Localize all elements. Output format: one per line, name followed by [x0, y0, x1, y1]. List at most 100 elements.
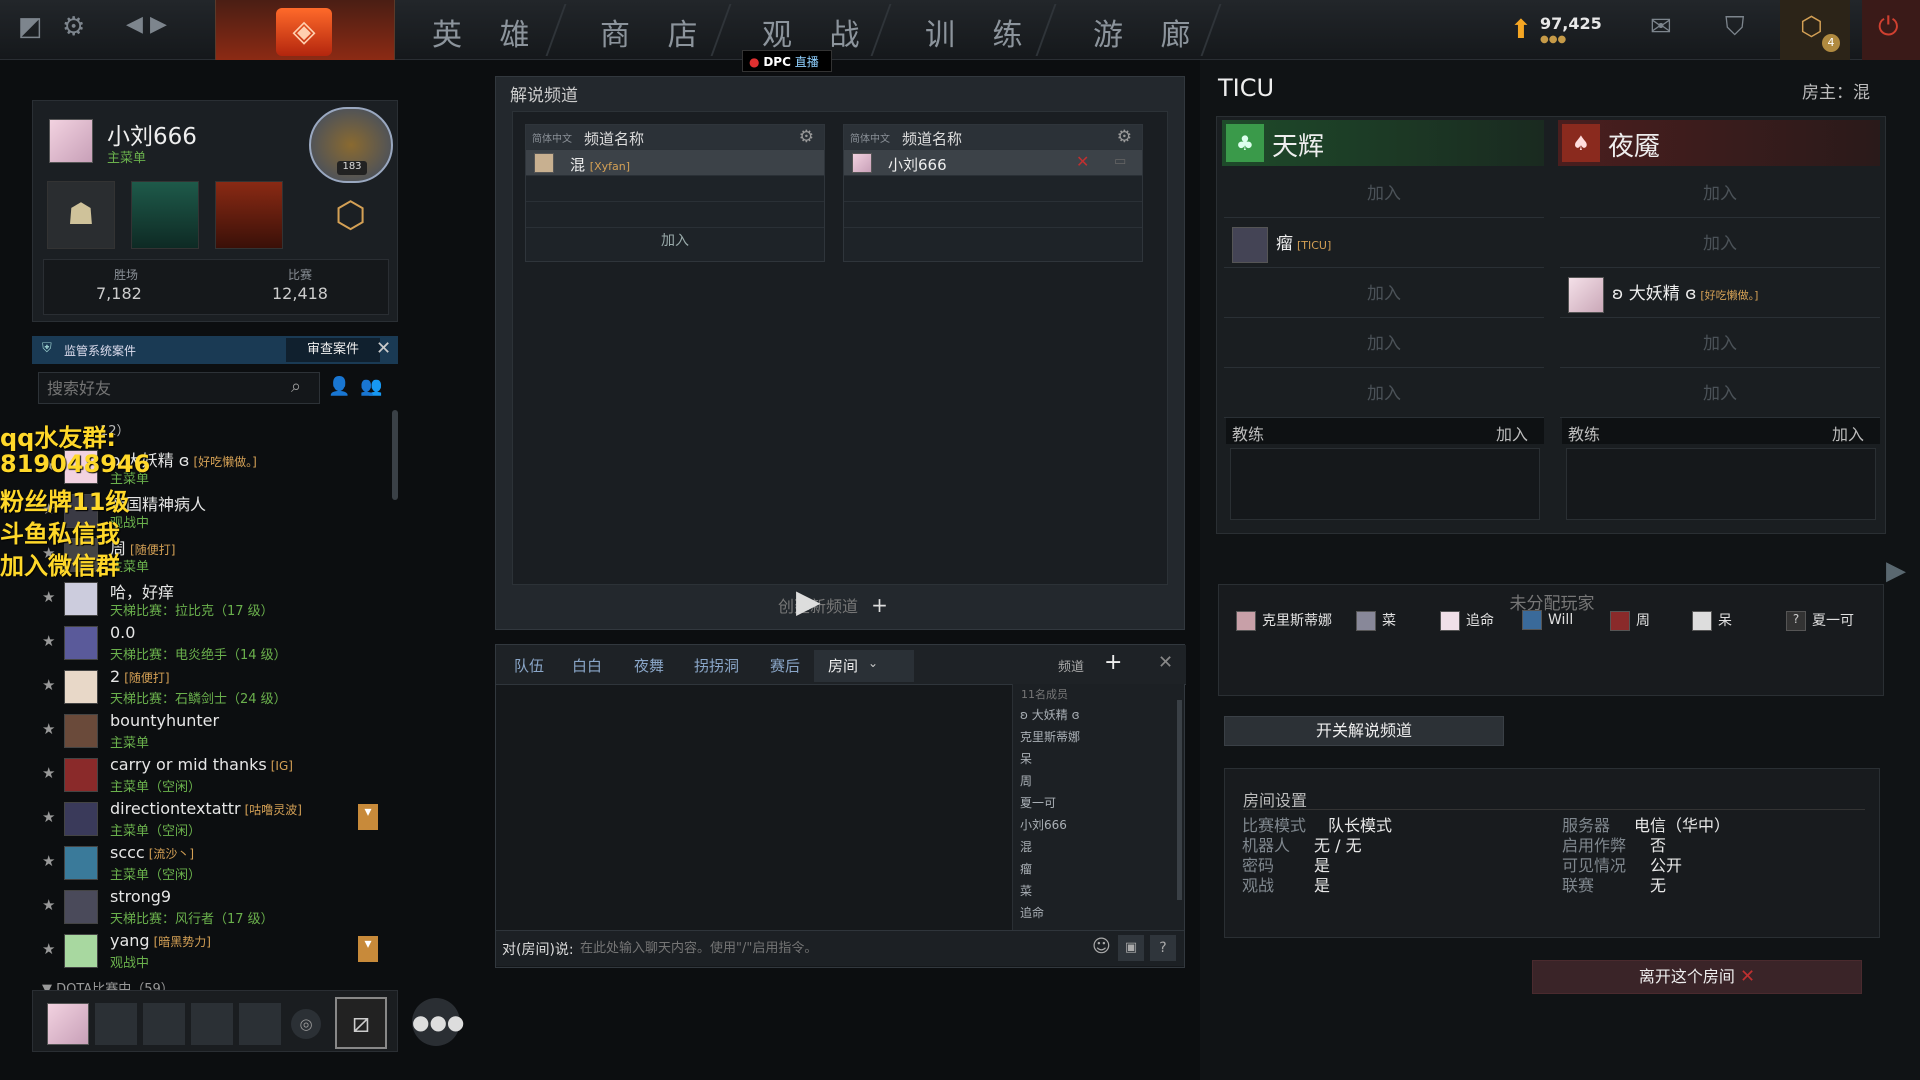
unassigned-player[interactable]: 追命 — [1440, 610, 1494, 631]
bookmark-icon[interactable]: ▾ — [358, 804, 378, 830]
dire-slot[interactable]: 加入 — [1560, 320, 1880, 368]
star-icon[interactable]: ★ — [42, 632, 55, 650]
search-icon[interactable]: ⌕ — [291, 376, 301, 397]
plus-button[interactable]: ⬡ 4 — [1780, 0, 1850, 60]
screenshot-icon[interactable]: ▣ — [1118, 935, 1144, 961]
nav-heroes[interactable]: 英 雄 — [432, 10, 544, 54]
close-icon[interactable]: ✕ — [1158, 652, 1173, 673]
member-scrollbar[interactable] — [1177, 700, 1182, 900]
search-input[interactable] — [39, 373, 283, 403]
channel-member-row[interactable]: 小刘666 ✕ ▭ — [844, 149, 1142, 175]
unassigned-player[interactable]: 呆 — [1692, 610, 1732, 631]
unassigned-player[interactable]: 菜 — [1356, 610, 1396, 631]
member-name[interactable]: 瘤 — [1020, 860, 1032, 877]
radiant-slot[interactable]: 加入 — [1224, 370, 1544, 418]
friend-row[interactable]: ★ 哈，好痒 天梯比赛：拉比克（17 级） — [32, 578, 398, 622]
review-case-button[interactable]: 审查案件 — [286, 338, 380, 362]
star-icon[interactable]: ★ — [42, 808, 55, 826]
nav-store[interactable]: 商 店 — [600, 10, 712, 54]
gear-icon[interactable]: ⚙ — [799, 127, 814, 147]
friend-search[interactable]: ⌕ — [38, 372, 320, 404]
dire-slot[interactable]: 加入 — [1560, 220, 1880, 268]
star-icon[interactable]: ★ — [42, 720, 55, 738]
chat-tab[interactable]: 夜舞 — [634, 655, 664, 676]
party-slot[interactable] — [239, 1003, 281, 1045]
kick-icon[interactable]: ✕ — [1076, 152, 1089, 171]
radiant-slot[interactable]: 加入 — [1224, 170, 1544, 218]
unassigned-player[interactable]: 克里斯蒂娜 — [1236, 610, 1332, 631]
unassigned-player[interactable]: 周 — [1610, 610, 1650, 631]
chat-channels-icon[interactable]: ●●● — [412, 998, 464, 1046]
arrow-left-icon[interactable]: ◀ — [126, 12, 143, 37]
group-icon[interactable]: 👥 — [360, 376, 382, 397]
chat-input[interactable] — [580, 935, 1080, 961]
join-channel-button[interactable]: 加入 — [526, 227, 824, 253]
star-icon[interactable]: ★ — [42, 676, 55, 694]
friend-row[interactable]: ★ yang [暗黑势力] 观战中 ▾ — [32, 930, 398, 974]
friend-list-scrollbar[interactable] — [392, 410, 398, 500]
nav-arcade[interactable]: 游 廊 — [1093, 10, 1205, 54]
dire-slot[interactable]: ʚ 大妖精 ɞ [好吃懒做。] — [1560, 270, 1880, 318]
member-name[interactable]: 小刘666 — [1020, 816, 1067, 833]
chevron-down-icon[interactable]: ⌄ — [868, 656, 878, 670]
friend-row[interactable]: ★ 0.0 天梯比赛：电炎绝手（14 级） — [32, 622, 398, 666]
gear-icon[interactable]: ⚙ — [62, 12, 85, 42]
leave-room-button[interactable]: 离开这个房间 ✕ — [1532, 960, 1862, 994]
dpc-live-badge[interactable]: ● DPC 直播 — [742, 50, 832, 72]
hero-portrait-2[interactable] — [215, 181, 283, 249]
mail-icon[interactable]: ✉ — [1650, 12, 1672, 42]
star-icon[interactable]: ★ — [42, 940, 55, 958]
member-name[interactable]: ʚ 大妖精 ɞ — [1020, 706, 1080, 723]
chat-tab[interactable]: 白白 — [572, 655, 602, 676]
armory-icon[interactable]: ⛉ — [1725, 12, 1745, 43]
toggle-commentary-button[interactable]: 开关解说频道 — [1224, 716, 1504, 746]
party-slot[interactable] — [191, 1003, 233, 1045]
member-name[interactable]: 夏一可 — [1020, 794, 1056, 811]
close-icon[interactable]: ✕ — [376, 338, 391, 359]
create-channel-button[interactable]: 创建新频道 + — [778, 593, 888, 617]
star-icon[interactable]: ★ — [42, 896, 55, 914]
chat-tab[interactable]: 房间 — [828, 655, 858, 676]
exit-button[interactable]: ⏻ — [1862, 0, 1920, 60]
friend-row[interactable]: ★ carry or mid thanks [IG] 主菜单（空闲） — [32, 754, 398, 798]
add-channel-icon[interactable]: + — [1104, 650, 1122, 675]
radiant-slot[interactable]: 加入 — [1224, 320, 1544, 368]
hero-portrait-1[interactable] — [131, 181, 199, 249]
friend-row[interactable]: ★ bountyhunter 主菜单 — [32, 710, 398, 754]
arrow-right-icon[interactable]: ▶ — [150, 12, 167, 37]
unassigned-player[interactable]: Will — [1522, 610, 1573, 630]
profile-name[interactable]: 小刘666 — [107, 117, 197, 151]
gear-icon[interactable]: ⚙ — [1117, 127, 1132, 147]
chat-tab[interactable]: 赛后 — [770, 655, 800, 676]
profile-avatar[interactable] — [49, 119, 93, 163]
plus-hex-icon[interactable]: ⬡ — [335, 195, 366, 236]
star-icon[interactable]: ★ — [42, 852, 55, 870]
play-dota-button[interactable]: ⧄ — [335, 997, 387, 1049]
dire-slot[interactable]: 加入 — [1560, 370, 1880, 418]
camera-icon[interactable]: ▭ — [1114, 154, 1126, 169]
member-name[interactable]: 呆 — [1020, 750, 1032, 767]
courier-portrait[interactable]: ☗ — [47, 181, 115, 249]
radiant-coach-slot[interactable] — [1230, 448, 1540, 520]
home-button[interactable]: ◈ — [215, 0, 395, 60]
dota-logo-icon[interactable]: ◩ — [18, 12, 43, 42]
join-coach-radiant[interactable]: 加入 — [1496, 421, 1528, 445]
dota-playing-header[interactable]: ▼ DOTA比赛中（59） — [42, 978, 174, 990]
emoji-icon[interactable]: ☺ — [1092, 936, 1111, 957]
channel-member-row[interactable]: 混 [Xyfan] — [526, 149, 824, 175]
headset-icon[interactable]: ◎ — [291, 1009, 321, 1039]
friend-row[interactable]: ★ strong9 天梯比赛：风行者（17 级） — [32, 886, 398, 930]
unassigned-player[interactable]: ? 夏一可 — [1786, 610, 1854, 631]
member-name[interactable]: 混 — [1020, 838, 1032, 855]
party-avatar-self[interactable] — [47, 1003, 89, 1045]
join-coach-dire[interactable]: 加入 — [1832, 421, 1864, 445]
dire-slot[interactable]: 加入 — [1560, 170, 1880, 218]
chat-tab[interactable]: 队伍 — [514, 655, 544, 676]
party-slot[interactable] — [143, 1003, 185, 1045]
radiant-slot[interactable]: 加入 — [1224, 270, 1544, 318]
friend-row[interactable]: ★ sccc [流沙丶] 主菜单（空闲） — [32, 842, 398, 886]
dire-coach-slot[interactable] — [1566, 448, 1876, 520]
friend-row[interactable]: ★ 2 [随便打] 天梯比赛：石鳞剑士（24 级） — [32, 666, 398, 710]
bookmark-icon[interactable]: ▾ — [358, 936, 378, 962]
add-friend-icon[interactable]: 👤 — [328, 376, 350, 397]
